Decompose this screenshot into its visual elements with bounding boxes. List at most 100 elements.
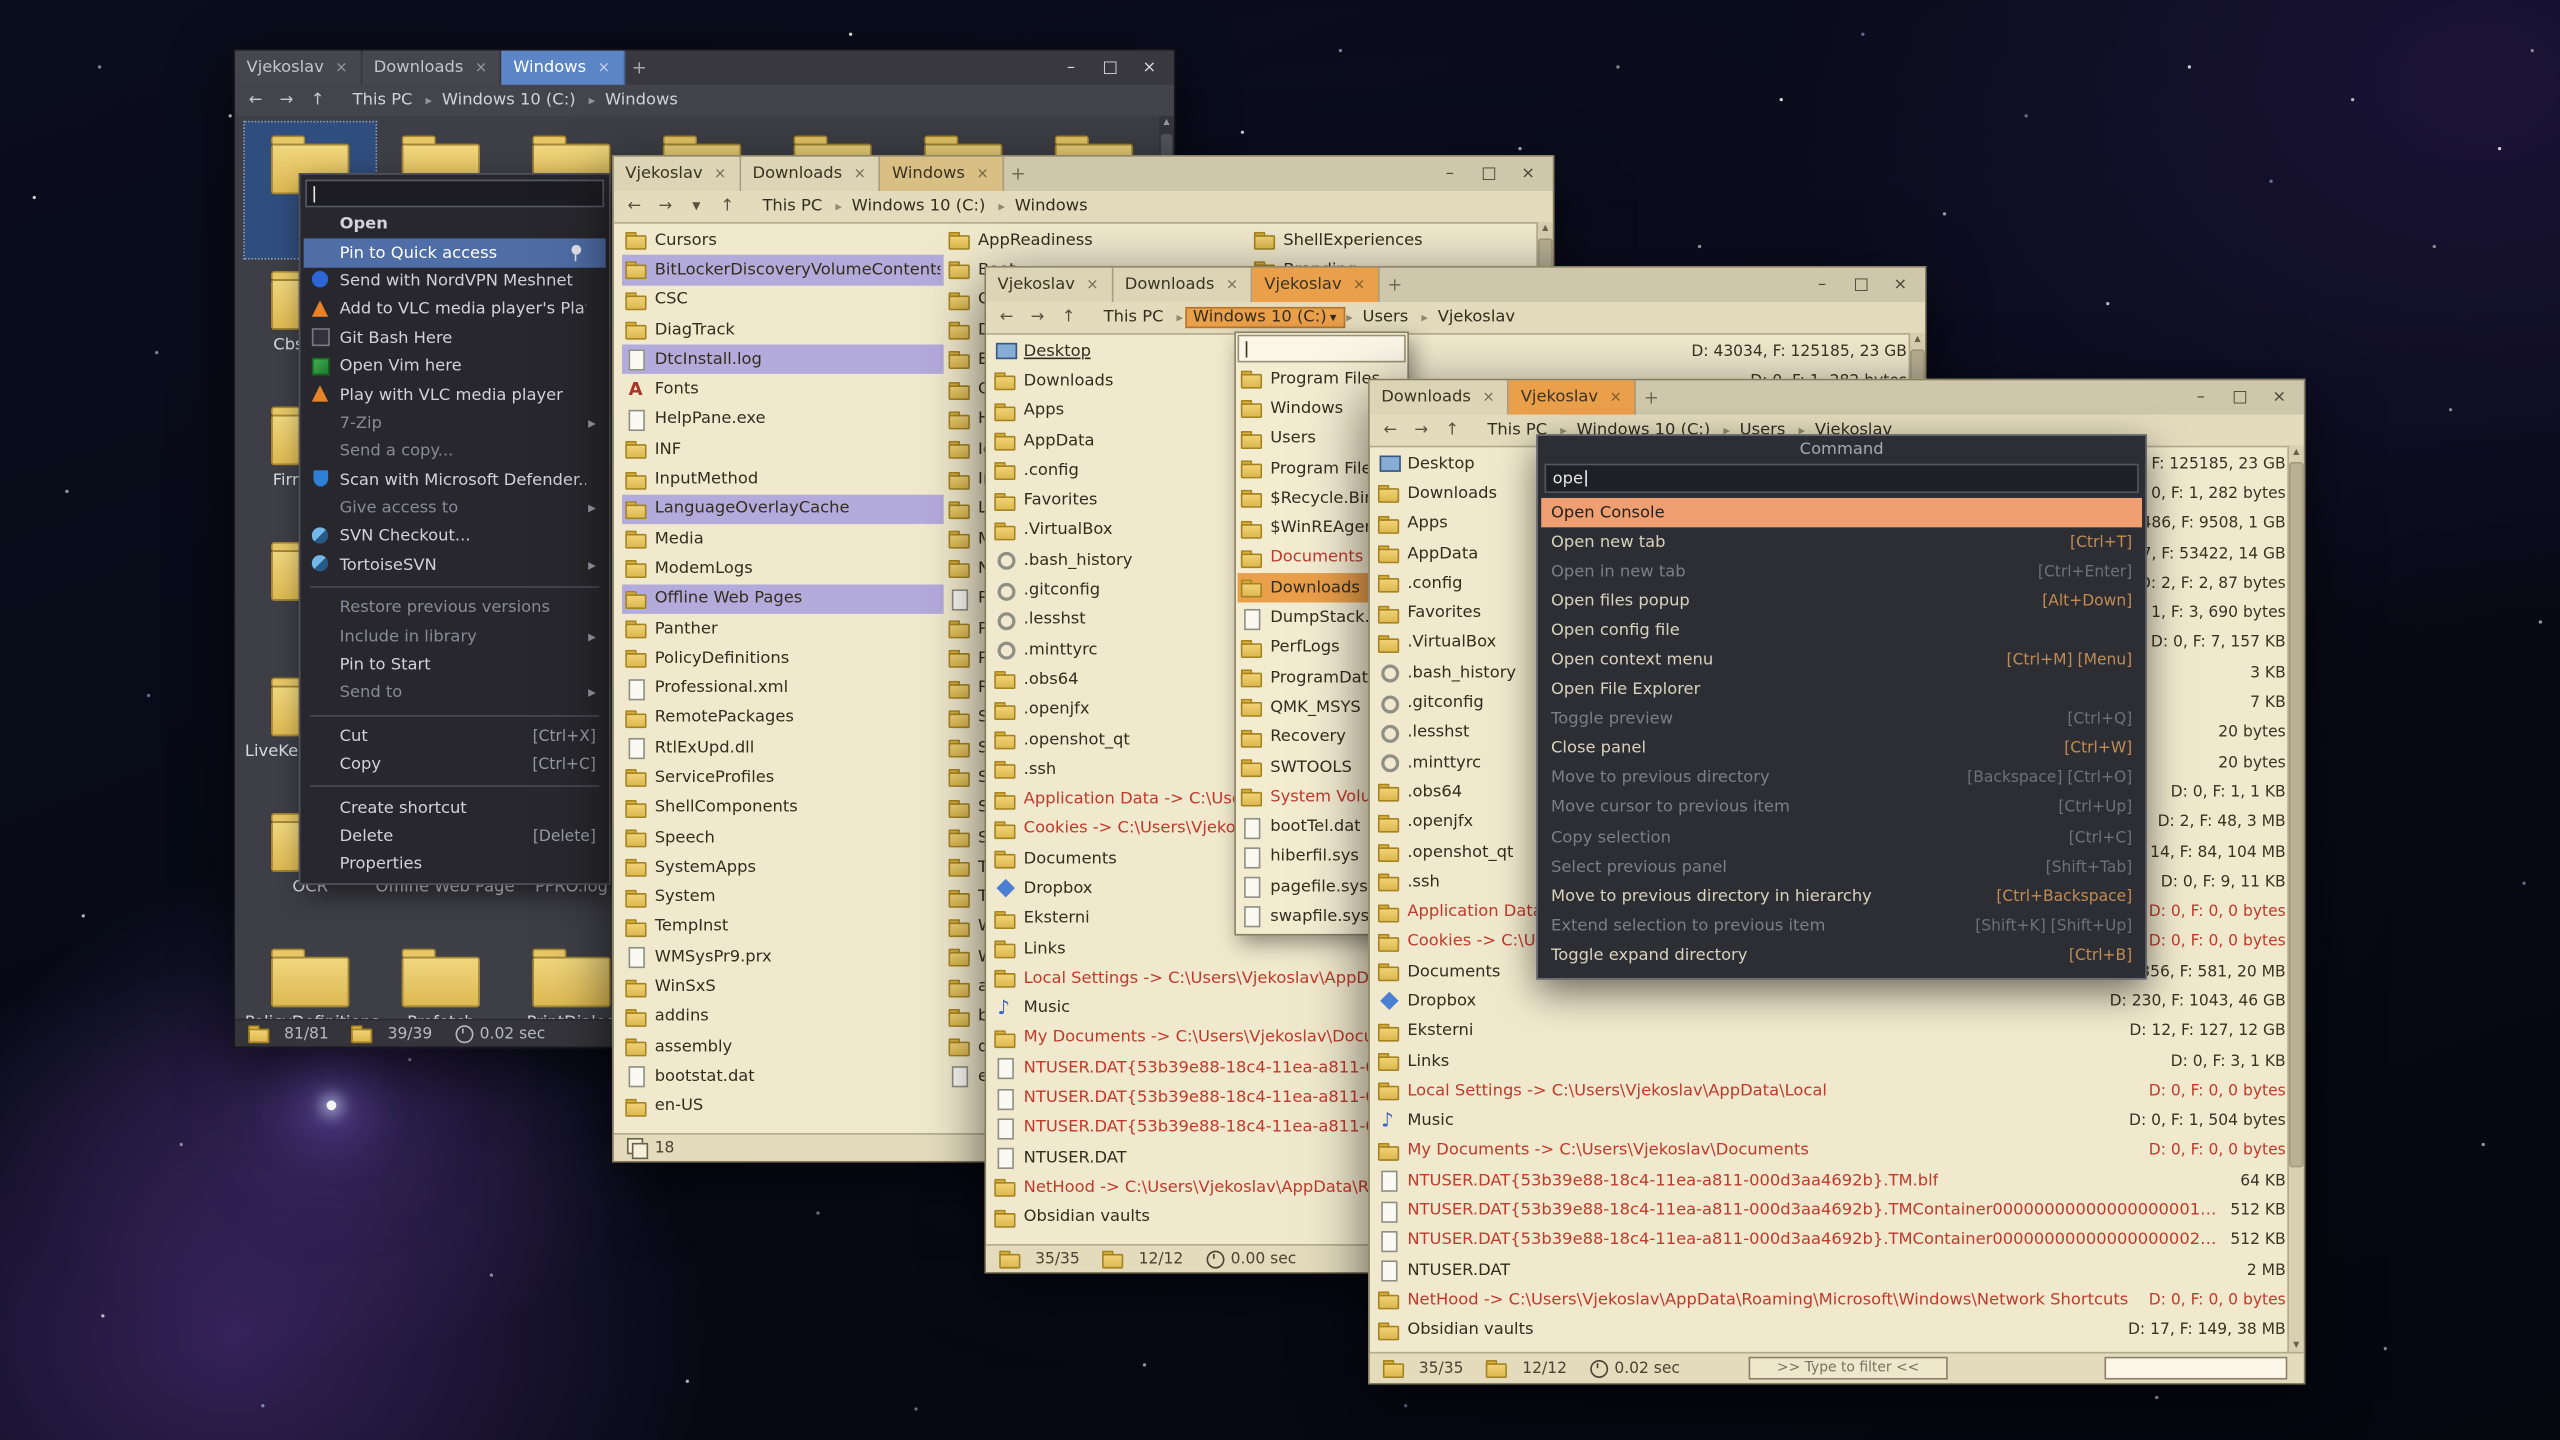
file-row[interactable]: bootstat.dat <box>622 1062 944 1092</box>
context-menu-item[interactable]: Open Vim here <box>304 353 606 381</box>
context-menu-item[interactable]: Send to ▸ <box>304 680 606 708</box>
desktop[interactable]: Vjekoslav × Downloads × Windows × + – <box>0 0 2560 1440</box>
context-menu-item[interactable]: Play with VLC media player <box>304 381 606 409</box>
titlebar[interactable]: Vjekoslav × Downloads × Vjekoslav × + <box>986 268 1925 302</box>
tab-close-icon[interactable]: × <box>712 166 728 182</box>
window-tab[interactable]: Windows × <box>502 51 625 85</box>
tab-close-icon[interactable]: × <box>852 166 868 182</box>
context-menu-item[interactable]: Send a copy... <box>304 438 606 466</box>
file-row[interactable]: Fonts <box>622 375 944 405</box>
file-row[interactable]: WinSxS <box>622 972 944 1002</box>
file-row[interactable]: Panther <box>622 614 944 644</box>
back-button[interactable]: ← <box>242 88 270 112</box>
file-row[interactable]: Dropbox D: 230, F: 1043, 46 GB <box>1378 987 2286 1017</box>
breadcrumb-segment[interactable]: Windows 10 (C:)▾ <box>1185 307 1345 328</box>
up-button[interactable]: ↑ <box>1055 305 1083 329</box>
context-menu-item[interactable]: Restore previous versions <box>304 594 606 622</box>
breadcrumb-segment[interactable]: Windows 10 (C:) <box>844 196 997 217</box>
status-input[interactable] <box>2104 1357 2287 1380</box>
context-menu-item[interactable]: Properties <box>304 851 606 879</box>
vertical-scrollbar[interactable]: ▲ ▼ <box>2287 446 2303 1354</box>
breadcrumb-segment[interactable]: Windows <box>1007 196 1099 217</box>
new-tab-button[interactable]: + <box>1637 380 1666 414</box>
minimize-button[interactable]: – <box>1432 161 1468 187</box>
window-tab[interactable]: Downloads × <box>1113 268 1253 302</box>
context-menu-item[interactable]: Pin to Quick access <box>304 239 606 267</box>
tab-close-icon[interactable]: × <box>1608 389 1624 405</box>
breadcrumb-segment[interactable]: This PC <box>754 196 833 217</box>
breadcrumb-segment[interactable]: This PC <box>1096 307 1175 328</box>
file-row[interactable]: Desktop D: 43034, F: 125185, 23 GB <box>994 336 1907 366</box>
context-menu-item[interactable]: Delete [Delete] <box>304 823 606 851</box>
window-tab[interactable]: Downloads × <box>1370 380 1510 414</box>
context-menu-item[interactable]: 7-Zip ▸ <box>304 409 606 437</box>
back-button[interactable]: ← <box>620 194 648 218</box>
window-tab[interactable]: Downloads × <box>362 51 502 85</box>
scroll-up-button[interactable]: ▲ <box>2289 446 2304 461</box>
history-dropdown-button[interactable]: ▾ <box>682 194 710 218</box>
file-row[interactable]: WMSysPr9.prx <box>622 942 944 972</box>
window-tab[interactable]: Downloads × <box>741 157 881 191</box>
palette-command[interactable]: Open files popup [Alt+Down] <box>1541 587 2142 617</box>
file-row[interactable]: ShellComponents <box>622 793 944 823</box>
file-row[interactable]: NTUSER.DAT 2 MB <box>1378 1256 2286 1286</box>
file-row[interactable]: Links D: 0, F: 3, 1 KB <box>1378 1046 2286 1076</box>
file-row[interactable]: Professional.xml <box>622 673 944 703</box>
tab-close-icon[interactable]: × <box>473 60 489 76</box>
context-menu-item[interactable]: Include in library ▸ <box>304 623 606 651</box>
window-tab[interactable]: Vjekoslav × <box>1253 268 1380 302</box>
file-row[interactable]: BitLockerDiscoveryVolumeContents <box>622 255 944 285</box>
context-menu-item[interactable]: Git Bash Here <box>304 324 606 352</box>
tab-close-icon[interactable]: × <box>1351 277 1367 293</box>
palette-command[interactable]: Open File Explorer <box>1541 675 2142 705</box>
maximize-button[interactable]: □ <box>1092 55 1128 81</box>
palette-command[interactable]: Open config file <box>1541 616 2142 646</box>
new-tab-button[interactable]: + <box>1003 157 1032 191</box>
scrollbar-thumb[interactable] <box>2289 462 2304 1167</box>
context-menu-item[interactable]: Add to VLC media player's Playlist <box>304 296 606 324</box>
tab-close-icon[interactable]: × <box>1085 277 1101 293</box>
file-row[interactable]: SystemApps <box>622 853 944 883</box>
rename-filter-input[interactable] <box>305 180 604 208</box>
window-tab[interactable]: Vjekoslav × <box>235 51 362 85</box>
file-row[interactable]: DtcInstall.log <box>622 345 944 375</box>
file-row[interactable]: Music D: 0, F: 1, 504 bytes <box>1378 1106 2286 1136</box>
forward-button[interactable]: → <box>651 194 679 218</box>
file-row[interactable]: My Documents -> C:\Users\Vjekoslav\Docum… <box>1378 1136 2286 1166</box>
close-button[interactable]: × <box>1510 161 1546 187</box>
context-menu-item[interactable]: TortoiseSVN ▸ <box>304 551 606 579</box>
maximize-button[interactable]: □ <box>2222 384 2258 410</box>
file-row[interactable]: NTUSER.DAT{53b39e88-18c4-11ea-a811-000d3… <box>1378 1166 2286 1196</box>
titlebar[interactable]: Downloads × Vjekoslav × + – □ × <box>1370 380 2304 414</box>
tab-close-icon[interactable]: × <box>975 166 991 182</box>
breadcrumb-segment[interactable]: Windows 10 (C:) <box>434 90 587 111</box>
palette-command[interactable]: Select previous panel [Shift+Tab] <box>1541 852 2142 882</box>
breadcrumb-segment[interactable]: This PC <box>344 90 423 111</box>
forward-button[interactable]: → <box>1024 305 1052 329</box>
new-tab-button[interactable]: + <box>625 51 654 85</box>
file-row[interactable]: HelpPane.exe <box>622 405 944 435</box>
file-row[interactable]: System <box>622 882 944 912</box>
palette-command[interactable]: Close panel [Ctrl+W] <box>1541 734 2142 764</box>
file-row[interactable]: Speech <box>622 823 944 853</box>
titlebar[interactable]: Vjekoslav × Downloads × Windows × + – <box>614 157 1553 191</box>
forward-button[interactable]: → <box>273 88 301 112</box>
context-menu-item[interactable]: Cut [Ctrl+X] <box>304 723 606 751</box>
file-row[interactable]: Cursors <box>622 225 944 255</box>
scroll-up-button[interactable]: ▲ <box>1910 333 1925 348</box>
file-row[interactable]: LanguageOverlayCache <box>622 494 944 524</box>
minimize-button[interactable]: – <box>1053 55 1089 81</box>
window-tab[interactable]: Vjekoslav × <box>614 157 741 191</box>
maximize-button[interactable]: □ <box>1471 161 1507 187</box>
file-row[interactable]: RtlExUpd.dll <box>622 733 944 763</box>
context-menu-item[interactable]: SVN Checkout... <box>304 523 606 551</box>
context-menu-item[interactable] <box>304 708 606 723</box>
folder-grid-item[interactable]: PolicyDefinitions <box>245 936 376 1021</box>
palette-command[interactable]: Move to previous directory [Backspace] [… <box>1541 764 2142 794</box>
file-row[interactable]: Offline Web Pages <box>622 584 944 614</box>
context-menu-item[interactable] <box>304 580 606 595</box>
file-row[interactable]: en-US <box>622 1092 944 1122</box>
palette-command[interactable]: Copy selection [Ctrl+C] <box>1541 823 2142 853</box>
up-button[interactable]: ↑ <box>713 194 741 218</box>
minimize-button[interactable]: – <box>1804 272 1840 298</box>
